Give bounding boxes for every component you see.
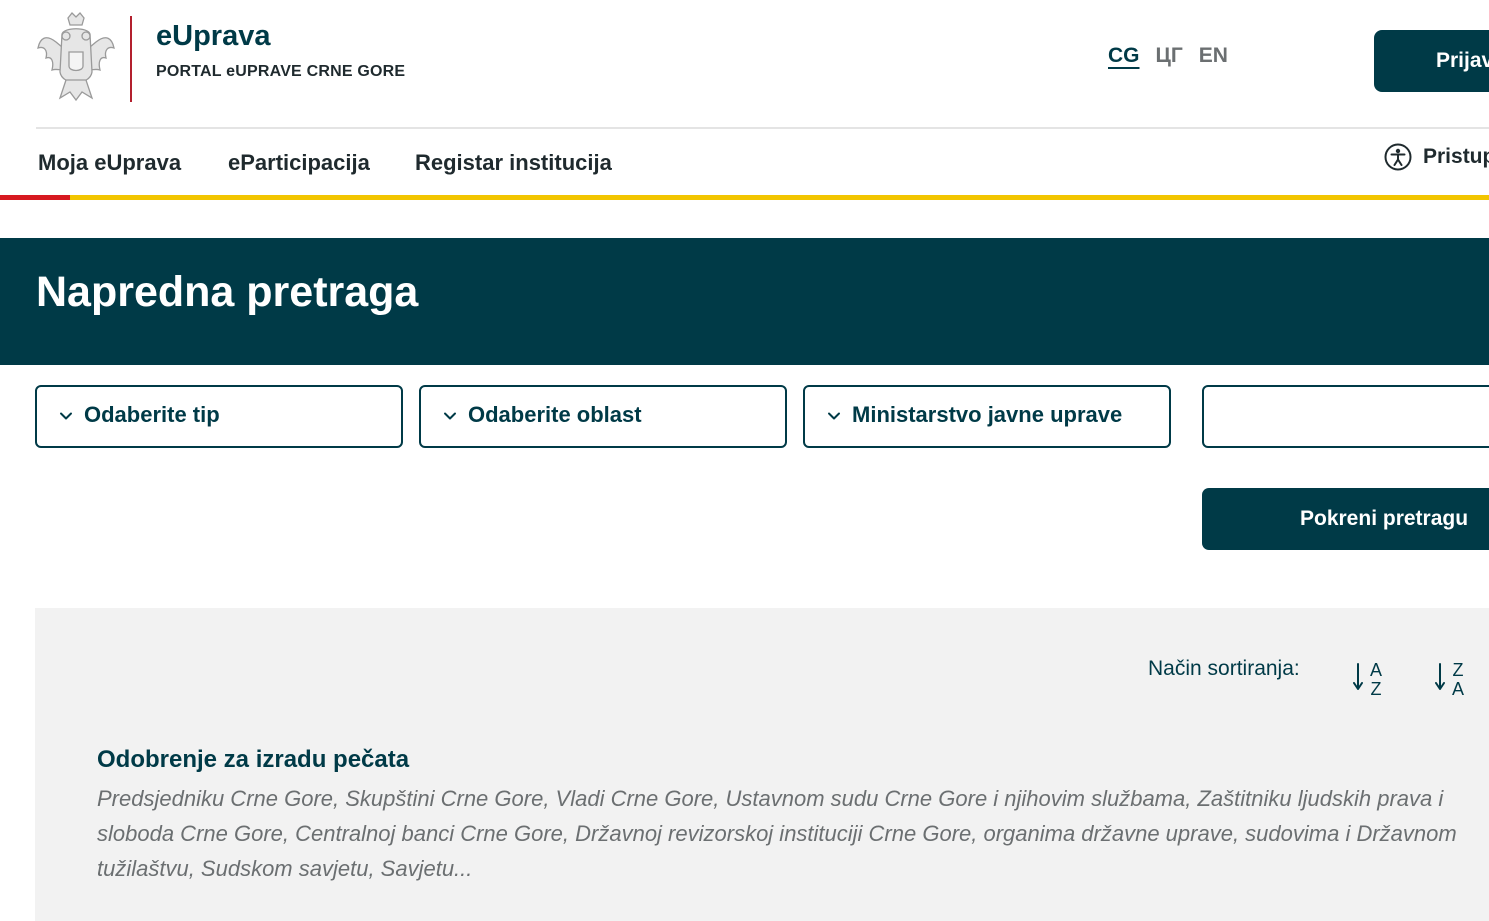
accessibility-label: Pristupačnost [1423, 145, 1489, 168]
chevron-down-icon [444, 412, 456, 420]
brand-title[interactable]: eUprava [156, 20, 270, 53]
login-button[interactable]: Prijava [1374, 30, 1489, 92]
accessibility-icon [1384, 143, 1412, 171]
site-header: eUprava PORTAL eUPRAVE CRNE GORE CG ЦГ E… [0, 0, 1489, 129]
sort-a-z-top: A [1370, 660, 1382, 680]
sort-label: Način sortiranja: [1148, 657, 1300, 680]
sort-z-a-icon[interactable]: Z A [1435, 658, 1469, 700]
search-button[interactable]: Pokreni pretragu [1202, 488, 1489, 550]
institution-select-label: Ministarstvo javne uprave [852, 402, 1123, 427]
sort-a-z-icon[interactable]: A Z [1353, 658, 1387, 700]
main-nav: Moja eUprava eParticipacija Registar ins… [0, 129, 1489, 200]
brand-subtitle: PORTAL eUPRAVE CRNE GORE [156, 63, 406, 80]
sort-z-a-top: Z [1453, 660, 1464, 680]
language-switcher: CG ЦГ EN [1108, 44, 1228, 68]
nav-item-moja-euprava[interactable]: Moja eUprava [38, 150, 181, 176]
chevron-down-icon [60, 412, 72, 420]
lang-en[interactable]: EN [1199, 44, 1228, 68]
page-title: Napredna pretraga [36, 268, 419, 316]
sort-a-z-bottom: Z [1371, 679, 1382, 699]
montenegro-coat-of-arms-icon[interactable] [36, 12, 116, 102]
sort-z-a-bottom: A [1452, 679, 1464, 699]
nav-underline-bar [0, 195, 1489, 200]
result-description: Predsjedniku Crne Gore, Skupštini Crne G… [97, 786, 1457, 881]
header-divider [130, 16, 132, 102]
area-select-label: Odaberite oblast [468, 402, 642, 427]
search-input[interactable] [1202, 385, 1489, 448]
lang-cyrillic[interactable]: ЦГ [1156, 44, 1183, 68]
nav-item-eparticipacija[interactable]: eParticipacija [228, 150, 370, 176]
type-select-label: Odaberite tip [84, 402, 220, 427]
page-banner: Napredna pretraga [0, 238, 1489, 365]
area-select[interactable]: Odaberite oblast [419, 385, 787, 448]
results-panel: Način sortiranja: A Z Z A Odobrenje za i… [35, 608, 1489, 921]
type-select[interactable]: Odaberite tip [35, 385, 403, 448]
institution-select[interactable]: Ministarstvo javne uprave [803, 385, 1171, 448]
nav-item-registar-institucija[interactable]: Registar institucija [415, 150, 612, 176]
accessibility-button[interactable]: Pristupačnost [1384, 143, 1489, 171]
result-title-link[interactable]: Odobrenje za izradu pečata [97, 746, 409, 774]
nav-active-indicator [0, 195, 70, 200]
lang-cg[interactable]: CG [1108, 44, 1140, 68]
chevron-down-icon [828, 412, 840, 420]
